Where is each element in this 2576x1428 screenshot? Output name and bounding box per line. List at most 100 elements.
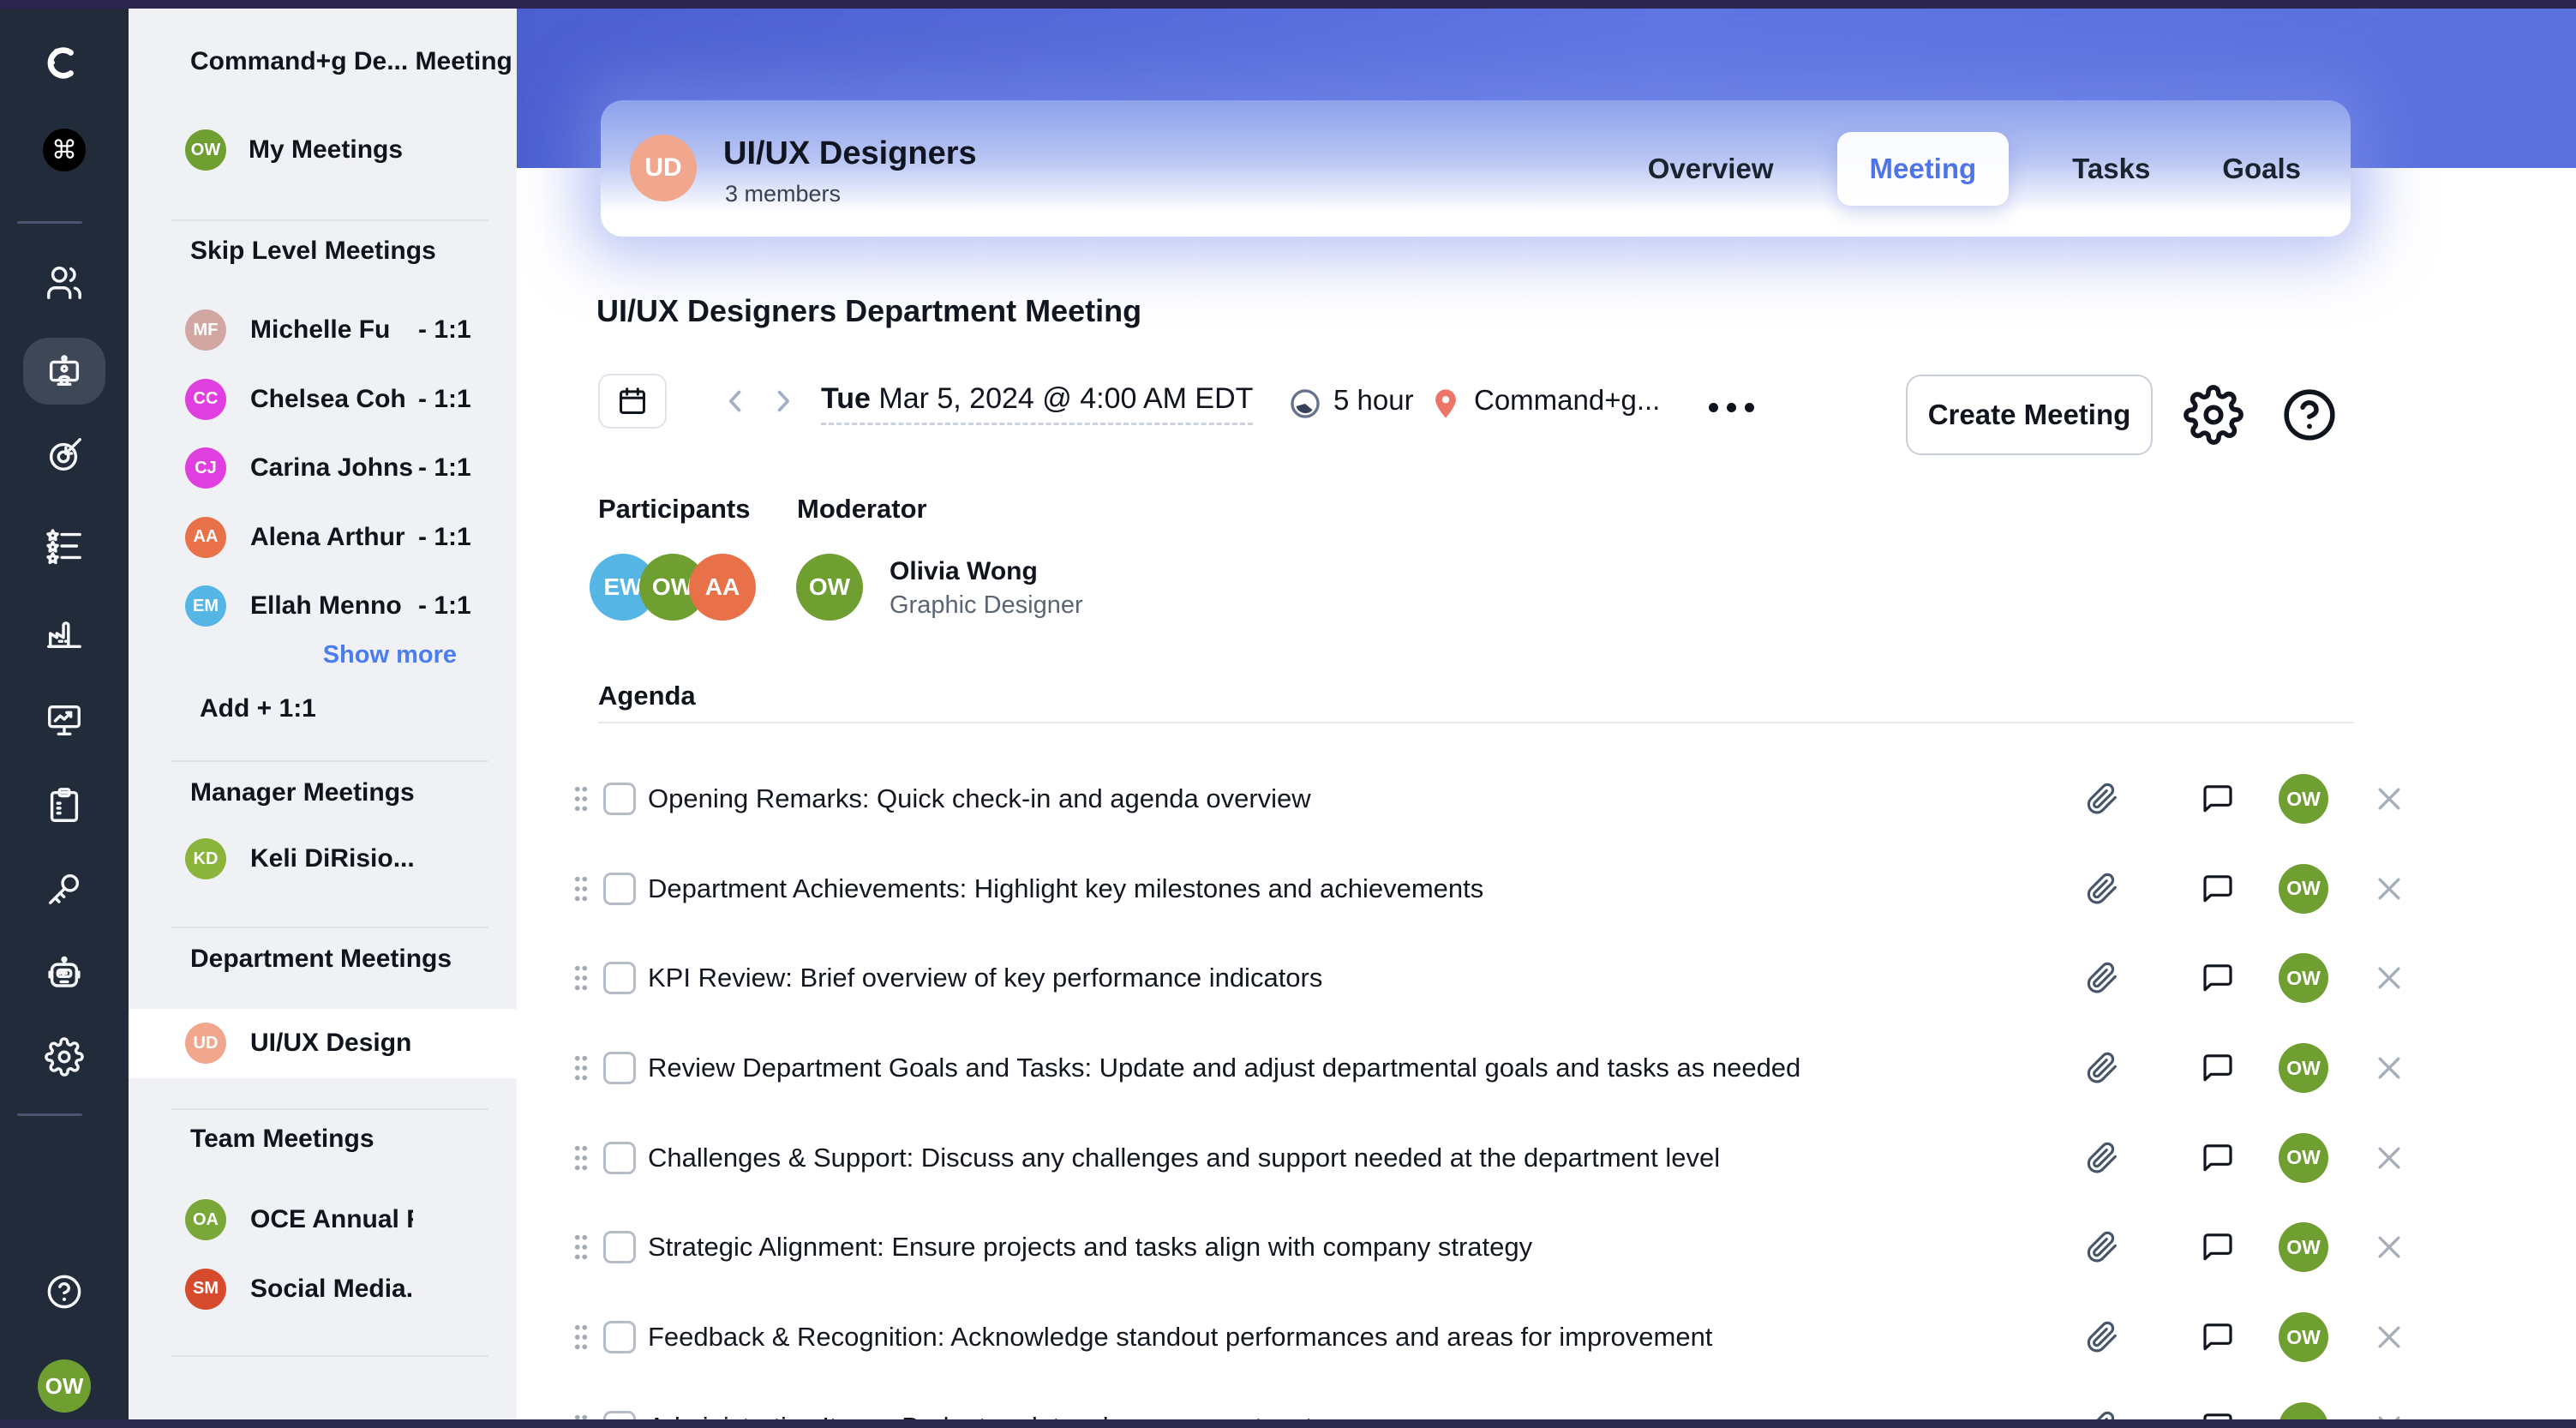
agenda-checkbox[interactable] (603, 1231, 636, 1264)
attachment-paperclip-icon[interactable] (2085, 782, 2119, 816)
participant-avatar[interactable]: AA (689, 554, 756, 621)
sidebar-meeting-item[interactable]: EM Ellah Menno - 1:1 (129, 572, 517, 641)
attachment-paperclip-icon[interactable] (2085, 1141, 2119, 1175)
meetings-icon-active[interactable] (23, 338, 105, 405)
agenda-item-row: Department Achievements: Highlight key m… (566, 850, 2408, 927)
credentials-key-icon[interactable] (45, 870, 84, 909)
sidebar-meeting-item[interactable]: UD UI/UX Design... (129, 1009, 517, 1078)
assignee-avatar[interactable]: OW (2279, 1222, 2328, 1273)
remove-item-x-icon[interactable] (2372, 1230, 2406, 1264)
remove-item-x-icon[interactable] (2372, 782, 2406, 816)
drag-handle-icon[interactable] (571, 1323, 591, 1352)
attachment-paperclip-icon[interactable] (2085, 1230, 2119, 1264)
remove-item-x-icon[interactable] (2372, 1141, 2406, 1175)
dashboard-chart-icon[interactable] (45, 700, 84, 740)
assignee-avatar[interactable]: OW (2279, 863, 2328, 914)
meeting-location[interactable]: Command+g... (1474, 384, 1660, 417)
tab-overview[interactable]: Overview (1639, 132, 1782, 206)
comment-bubble-icon[interactable] (2201, 782, 2235, 816)
comment-bubble-icon[interactable] (2201, 1320, 2235, 1354)
assignee-avatar[interactable]: OW (2279, 1312, 2328, 1363)
moderator-role: Graphic Designer (890, 591, 1083, 619)
comment-bubble-icon[interactable] (2201, 1230, 2235, 1264)
agenda-checkbox[interactable] (603, 872, 636, 905)
attachment-paperclip-icon[interactable] (2085, 872, 2119, 906)
department-list: UD UI/UX Design... (129, 1009, 517, 1078)
tab-meeting[interactable]: Meeting (1836, 131, 2010, 206)
more-options-icon[interactable] (1709, 403, 1754, 412)
remove-item-x-icon[interactable] (2372, 961, 2406, 995)
show-more-link[interactable]: Show more (323, 641, 457, 669)
agenda-item-row: Opening Remarks: Quick check-in and agen… (566, 760, 2408, 837)
agenda-checkbox[interactable] (603, 1052, 636, 1085)
company-factory-icon[interactable] (45, 614, 84, 653)
meeting-duration: 5 hour (1333, 384, 1414, 416)
attachment-paperclip-icon[interactable] (2085, 961, 2119, 995)
drag-handle-icon[interactable] (571, 784, 591, 813)
sidebar-item-my-meetings[interactable]: OW My Meetings (129, 121, 517, 179)
app-window: ⌘ OW Command+g De... Meeting OW My Meeti… (0, 0, 2576, 1428)
assignee-avatar[interactable]: OW (2279, 1132, 2328, 1183)
tab-tasks[interactable]: Tasks (2064, 132, 2159, 206)
assignee-avatar[interactable]: OW (2279, 953, 2328, 1004)
sidebar-meeting-item[interactable]: CJ Carina Johns - 1:1 (129, 434, 517, 503)
avatar: CC (185, 378, 226, 420)
next-date-chevron-icon[interactable] (768, 386, 799, 417)
goals-target-icon[interactable] (45, 435, 84, 475)
sidebar-meeting-item[interactable]: OA OCE Annual R... (129, 1185, 517, 1255)
meeting-help-icon[interactable] (2279, 385, 2339, 445)
agenda-checkbox[interactable] (603, 783, 636, 815)
assignee-avatar[interactable]: OW (2279, 774, 2328, 824)
starred-list-icon[interactable] (45, 526, 84, 566)
drag-handle-icon[interactable] (571, 1143, 591, 1173)
settings-gear-icon[interactable] (45, 1037, 84, 1077)
meeting-name: Alena Arthur (250, 522, 405, 551)
meeting-datetime[interactable]: Tue Mar 5, 2024 @ 4:00 AM EDT (821, 382, 1254, 425)
meeting-title: UI/UX Designers Department Meeting (596, 293, 1142, 328)
add-one-on-one-button[interactable]: Add + 1:1 (200, 694, 316, 723)
sidebar-meeting-item[interactable]: KD Keli DiRisio... (129, 825, 517, 894)
remove-item-x-icon[interactable] (2372, 872, 2406, 906)
sidebar-meeting-item[interactable]: SM Social Media... (129, 1255, 517, 1324)
calendar-button[interactable] (598, 374, 667, 429)
comment-bubble-icon[interactable] (2201, 1141, 2235, 1175)
section-heading-department: Department Meetings (190, 945, 452, 973)
help-icon[interactable] (45, 1272, 84, 1311)
command-key-icon[interactable]: ⌘ (43, 129, 86, 171)
participants-heading: Participants (598, 494, 751, 524)
rail-divider (17, 221, 82, 224)
attachment-paperclip-icon[interactable] (2085, 1051, 2119, 1085)
meeting-settings-gear-icon[interactable] (2184, 385, 2244, 445)
profile-avatar[interactable]: OW (38, 1359, 91, 1413)
meeting-tag: - 1:1 (418, 453, 471, 483)
sidebar-meeting-item[interactable]: CC Chelsea Coh - 1:1 (129, 365, 517, 435)
drag-handle-icon[interactable] (571, 963, 591, 993)
comment-bubble-icon[interactable] (2201, 872, 2235, 906)
attachment-paperclip-icon[interactable] (2085, 1320, 2119, 1354)
agenda-checkbox[interactable] (603, 1321, 636, 1354)
people-icon[interactable] (45, 263, 84, 303)
sidebar-meeting-item[interactable]: MF Michelle Fu - 1:1 (129, 296, 517, 365)
create-meeting-button[interactable]: Create Meeting (1906, 375, 2153, 455)
meeting-name: UI/UX Design... (250, 1029, 413, 1058)
moderator-avatar[interactable]: OW (796, 554, 863, 621)
notes-clipboard-icon[interactable] (45, 786, 84, 825)
comment-bubble-icon[interactable] (2201, 961, 2235, 995)
remove-item-x-icon[interactable] (2372, 1051, 2406, 1085)
drag-handle-icon[interactable] (571, 1233, 591, 1262)
drag-handle-icon[interactable] (571, 1053, 591, 1083)
drag-handle-icon[interactable] (571, 874, 591, 903)
agenda-checkbox[interactable] (603, 962, 636, 995)
location-pin-icon (1428, 386, 1464, 422)
remove-item-x-icon[interactable] (2372, 1320, 2406, 1354)
sidebar-meeting-item[interactable]: AA Alena Arthur - 1:1 (129, 503, 517, 573)
tab-goals[interactable]: Goals (2214, 132, 2309, 206)
assistant-robot-icon[interactable] (45, 955, 84, 994)
agenda-checkbox[interactable] (603, 1141, 636, 1174)
meeting-name: Social Media... (250, 1274, 413, 1303)
manager-list: KD Keli DiRisio... (129, 825, 517, 894)
previous-date-chevron-icon[interactable] (720, 386, 751, 417)
assignee-avatar[interactable]: OW (2279, 1043, 2328, 1094)
meetings-sidebar: Command+g De... Meeting OW My Meetings S… (129, 9, 517, 1419)
comment-bubble-icon[interactable] (2201, 1051, 2235, 1085)
